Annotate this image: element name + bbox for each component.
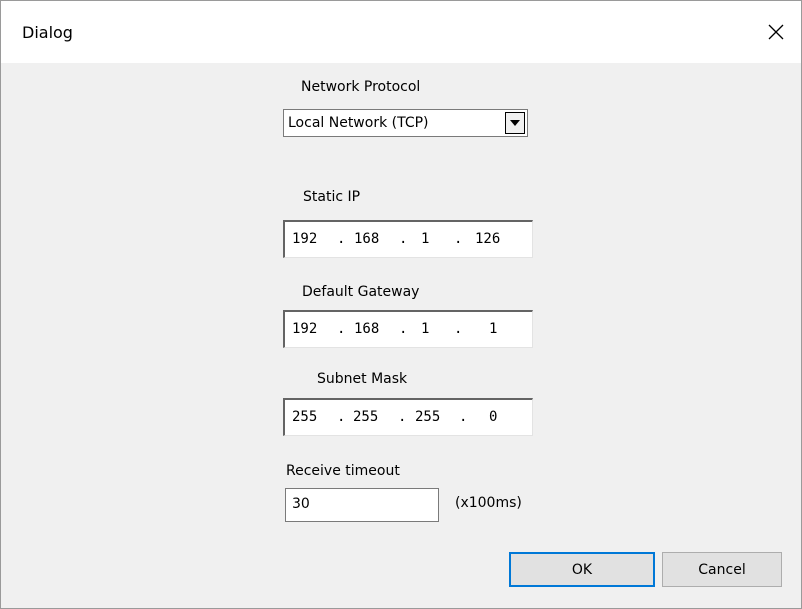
- ip-octet[interactable]: 168: [354, 231, 379, 247]
- ip-octet[interactable]: 192: [292, 321, 317, 337]
- close-icon: [768, 24, 784, 40]
- ip-dot: .: [337, 409, 346, 425]
- ip-dot: .: [399, 321, 408, 337]
- network-protocol-select[interactable]: Local Network (TCP): [283, 109, 528, 137]
- window-title: Dialog: [22, 23, 73, 42]
- static-ip-field[interactable]: 192 . 168 . 1 . 126: [283, 220, 533, 258]
- subnet-mask-label: Subnet Mask: [317, 371, 408, 387]
- dialog-window: Dialog Network Protocol Local Network (T…: [0, 0, 802, 609]
- ip-dot: .: [337, 321, 346, 337]
- title-bar: Dialog: [1, 1, 801, 63]
- ip-octet[interactable]: 192: [292, 231, 317, 247]
- ip-octet[interactable]: 1: [421, 321, 429, 337]
- ip-dot: .: [399, 231, 408, 247]
- network-protocol-value: Local Network (TCP): [288, 115, 429, 131]
- default-gateway-field[interactable]: 192 . 168 . 1 . 1: [283, 310, 533, 348]
- network-protocol-label: Network Protocol: [301, 79, 421, 95]
- default-gateway-label: Default Gateway: [302, 284, 420, 300]
- ip-dot: .: [398, 409, 407, 425]
- ip-octet[interactable]: 255: [415, 409, 440, 425]
- ip-dot: .: [454, 321, 463, 337]
- chevron-down-icon: [510, 120, 520, 126]
- ip-octet[interactable]: 168: [354, 321, 379, 337]
- receive-timeout-value: 30: [292, 496, 310, 512]
- ip-octet[interactable]: 255: [292, 409, 317, 425]
- receive-timeout-label: Receive timeout: [286, 463, 400, 479]
- ip-dot: .: [454, 231, 463, 247]
- receive-timeout-input[interactable]: 30: [285, 488, 439, 522]
- ok-button[interactable]: OK: [509, 552, 655, 587]
- ip-dot: .: [459, 409, 468, 425]
- receive-timeout-unit: (x100ms): [455, 495, 522, 511]
- cancel-button[interactable]: Cancel: [662, 552, 782, 587]
- ip-octet[interactable]: 1: [489, 321, 497, 337]
- ip-dot: .: [337, 231, 346, 247]
- ip-octet[interactable]: 255: [353, 409, 378, 425]
- close-button[interactable]: [751, 1, 801, 63]
- ip-octet[interactable]: 126: [475, 231, 500, 247]
- subnet-mask-field[interactable]: 255 . 255 . 255 . 0: [283, 398, 533, 436]
- ip-octet[interactable]: 0: [489, 409, 497, 425]
- static-ip-label: Static IP: [303, 189, 361, 205]
- dropdown-button[interactable]: [505, 112, 525, 134]
- ip-octet[interactable]: 1: [421, 231, 429, 247]
